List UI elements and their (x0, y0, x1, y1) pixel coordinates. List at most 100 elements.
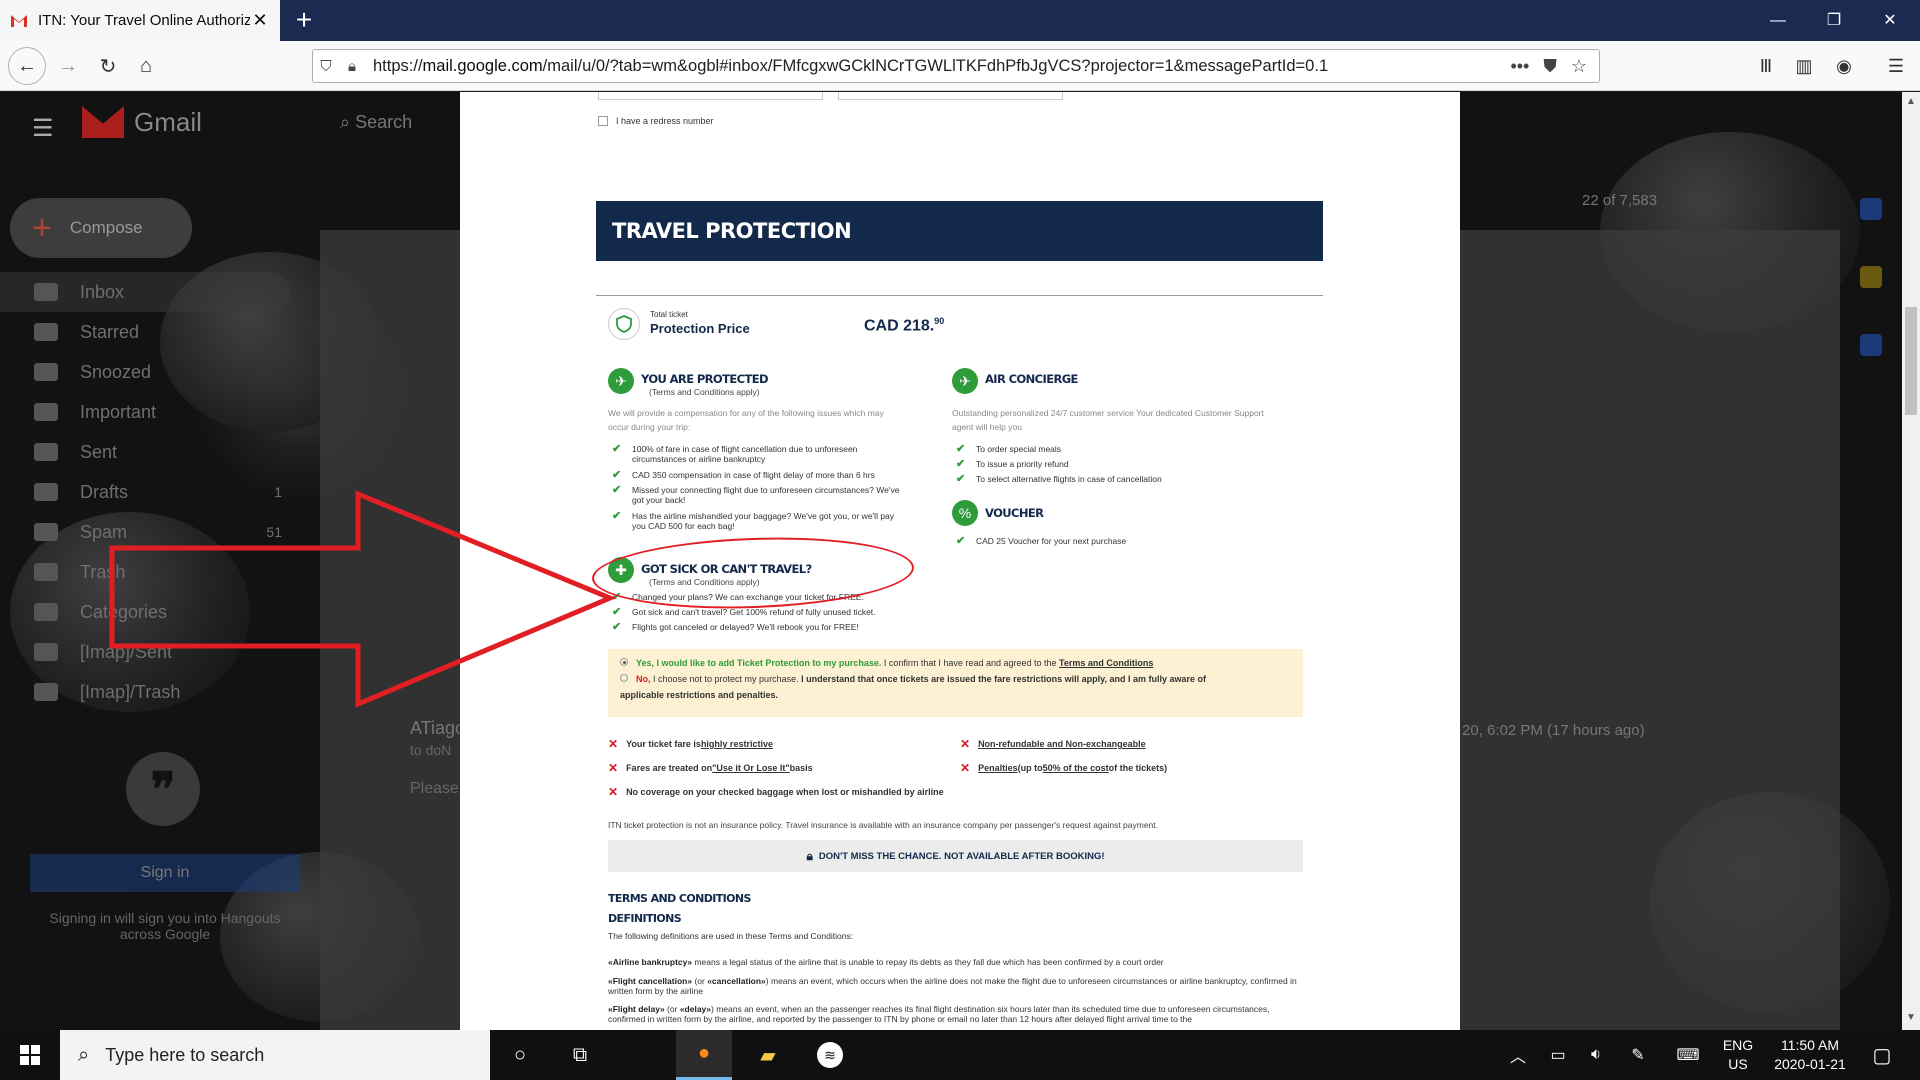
shield-icon[interactable]: ⛉ (313, 58, 339, 75)
label-icon (34, 643, 58, 661)
firefox-icon[interactable]: ● (676, 1030, 732, 1080)
restore-icon[interactable]: ❐ (1806, 0, 1862, 41)
reload-button[interactable]: ↻ (92, 50, 124, 82)
sidebar-item-important[interactable]: Important (0, 392, 300, 432)
protection-choice-box: Yes, I would like to add Ticket Protecti… (608, 649, 1303, 717)
task-view-icon[interactable]: ⧉ (552, 1030, 608, 1080)
redress-checkbox[interactable] (598, 116, 608, 126)
protection-price-row: Total ticket Protection Price CAD 218.90 (608, 304, 1308, 348)
scrollbar-thumb[interactable] (1905, 307, 1917, 415)
taskbar-search-box[interactable]: ⌕ Type here to search (60, 1030, 490, 1080)
cortana-icon[interactable]: ○ (492, 1030, 548, 1080)
redress-input-left[interactable] (598, 92, 823, 100)
minimize-icon[interactable]: — (1750, 0, 1806, 41)
cross-icon: ✕ (960, 737, 971, 751)
definition-flight-cancellation: «Flight cancellation» (or «cancellation»… (608, 976, 1297, 996)
checkmark-icon: ✔ (956, 473, 966, 485)
calendar-icon[interactable] (1860, 198, 1882, 220)
email-recipient: to doN (410, 742, 452, 758)
sidebar-item-inbox[interactable]: Inbox (0, 272, 290, 312)
file-explorer-icon[interactable]: ▰ (740, 1030, 796, 1080)
sidebar-item-sent[interactable]: Sent (0, 432, 300, 472)
definition-flight-delay: «Flight delay» (or «delay») means an eve… (608, 1004, 1270, 1024)
risk-item: ✕ Non-refundable and Non-exchangeable (960, 737, 1146, 751)
language-indicator[interactable]: ENG US (1706, 1036, 1770, 1074)
concierge-icon: ✈ (952, 368, 978, 394)
tab-close-icon[interactable]: ✕ (250, 10, 270, 31)
main-menu-icon[interactable]: ☰ (32, 114, 54, 143)
pocket-icon[interactable]: ⛊ (1543, 56, 1557, 77)
sick-item: ✔ Flights got canceled or delayed? We'll … (612, 621, 859, 633)
price-label: Protection Price (650, 321, 750, 336)
network-icon[interactable]: ▭ (1542, 1030, 1574, 1080)
hangouts-signin-text: Signing in will sign you into Hangouts a… (49, 910, 281, 942)
label-icon (34, 603, 58, 621)
redress-checkbox-row[interactable]: I have a redress number (598, 116, 714, 126)
concierge-item: ✔ To select alternative flights in case o… (956, 473, 1162, 485)
terms-link[interactable]: Terms and Conditions (1059, 658, 1153, 668)
lock-icon[interactable]: 🔒︎ (339, 58, 365, 75)
tray-chevron-icon[interactable]: ︿ (1504, 1030, 1532, 1080)
redress-input-right[interactable] (838, 92, 1063, 100)
start-button[interactable] (0, 1030, 60, 1080)
protection-yes-option[interactable]: Yes, I would like to add Ticket Protecti… (620, 655, 1153, 671)
email-sender: ATiago (410, 718, 466, 738)
home-button[interactable]: ⌂ (130, 50, 162, 82)
search-placeholder: Search (355, 112, 413, 132)
menu-icon[interactable]: ☰ (1880, 50, 1912, 82)
volume-icon[interactable]: 🔉︎ (1580, 1030, 1612, 1080)
hangouts-signin-button[interactable]: Sign in (30, 854, 300, 892)
page-actions-icon[interactable]: ••• (1510, 56, 1529, 77)
voucher-title: VOUCHER (985, 506, 1044, 520)
scroll-down-icon[interactable]: ▼ (1902, 1012, 1920, 1023)
page-scrollbar[interactable]: ▲ ▼ (1902, 92, 1920, 1030)
protection-no-option[interactable]: No, I choose not to protect my purchase.… (620, 671, 1290, 703)
account-icon[interactable]: ◉ (1828, 50, 1860, 82)
search-icon[interactable]: ⌕ Search (340, 112, 412, 133)
new-tab-button[interactable]: + (288, 4, 320, 36)
gmail-logo[interactable]: Gmail (82, 106, 202, 138)
cross-icon: ✕ (960, 761, 971, 775)
arrow-left-icon: ← (17, 54, 37, 77)
red-arrow-annotation (109, 490, 617, 708)
voucher-icon: % (952, 500, 978, 526)
risk-item: ✕ No coverage on your checked baggage whe… (608, 785, 944, 799)
sidebar-item-snoozed[interactable]: Snoozed (0, 352, 300, 392)
url-bar[interactable]: ⛉ 🔒︎ https://mail.google.com/mail/u/0/?t… (312, 49, 1600, 83)
app-icon[interactable]: ≋ (802, 1030, 858, 1080)
label-icon (34, 683, 58, 701)
sidebar-icon[interactable]: ▥ (1788, 50, 1820, 82)
concierge-title: AIR CONCIERGE (985, 372, 1078, 386)
redress-label: I have a redress number (616, 116, 714, 126)
windows-taskbar: ⌕ Type here to search ○ ⧉ ● ▰ ≋ ︿ ▭ 🔉︎ ✎… (0, 1030, 1920, 1080)
checkmark-icon: ✔ (612, 469, 622, 481)
tasks-icon[interactable] (1860, 334, 1882, 356)
checkmark-icon: ✔ (956, 458, 966, 470)
forward-button[interactable]: → (52, 50, 84, 82)
sidebar-item-starred[interactable]: Starred (0, 312, 300, 352)
taskbar-search-placeholder: Type here to search (105, 1044, 265, 1065)
browser-tab-bar: ITN: Your Travel Online Authoriz ✕ + — ❐… (0, 0, 1920, 41)
scroll-up-icon[interactable]: ▲ (1902, 96, 1920, 107)
back-button[interactable]: ← (8, 47, 46, 85)
notifications-icon[interactable]: ▢ (1862, 1030, 1902, 1080)
window-close-icon[interactable]: ✕ (1862, 0, 1918, 41)
bookmark-star-icon[interactable]: ☆ (1571, 56, 1587, 77)
definitions-intro: The following definitions are used in th… (608, 931, 854, 941)
library-icon[interactable]: Ⅲ (1750, 50, 1782, 82)
protected-item: ✔ CAD 350 compensation in case of flight … (612, 469, 875, 481)
arrow-right-icon: → (58, 54, 78, 77)
browser-tab-active[interactable]: ITN: Your Travel Online Authoriz ✕ (0, 0, 280, 41)
compose-plus-icon: + (32, 209, 52, 247)
important-icon (34, 403, 58, 421)
concierge-item: ✔ To order special meals (956, 443, 1062, 455)
keyboard-icon[interactable]: ⌨ (1670, 1030, 1706, 1080)
tab-title: ITN: Your Travel Online Authoriz (38, 12, 250, 29)
system-clock[interactable]: 11:50 AM 2020-01-21 (1768, 1036, 1852, 1074)
pen-icon[interactable]: ✎ (1622, 1030, 1654, 1080)
keep-icon[interactable] (1860, 266, 1882, 288)
chance-banner: 🔒︎ DON'T MISS THE CHANCE. NOT AVAILABLE A… (608, 840, 1303, 872)
email-body-preview: Please (410, 780, 459, 797)
compose-button[interactable]: + Compose (10, 198, 192, 258)
protected-terms-note: (Terms and Conditions apply) (649, 387, 760, 397)
